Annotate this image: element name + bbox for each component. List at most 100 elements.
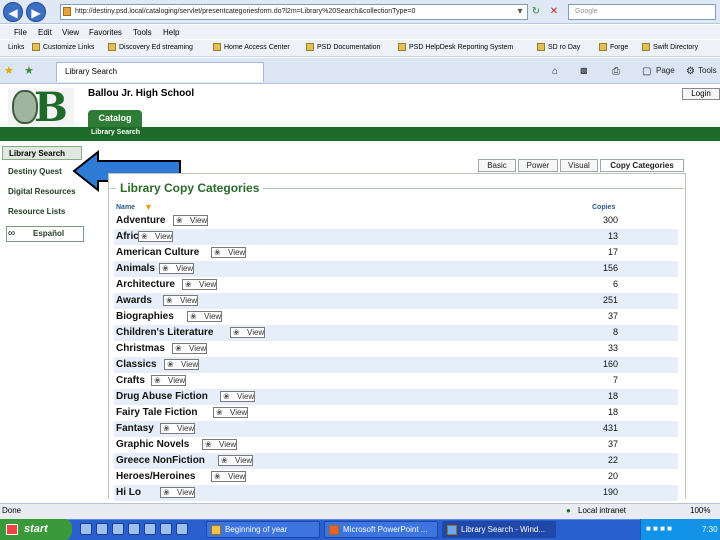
print-icon[interactable]: ⎙ [612,66,620,77]
category-name[interactable]: Adventure [116,215,165,226]
login-button[interactable]: Login [682,88,720,100]
sidebar-item-digital-resources[interactable]: Digital Resources [2,185,82,199]
category-name[interactable]: Fairy Tale Fiction [116,407,198,418]
menu-view[interactable]: View [62,28,79,37]
link-forge[interactable]: Forge [610,44,628,51]
view-button[interactable]: ❀ View [173,215,209,226]
menu-tools[interactable]: Tools [133,28,152,37]
quicklaunch-app-icon[interactable] [160,523,172,535]
sub-nav-library-search[interactable]: Library Search [91,129,140,136]
quicklaunch-app-icon[interactable] [144,523,156,535]
category-name[interactable]: Architecture [116,279,175,290]
link-swift[interactable]: Swift Directory [653,44,698,51]
tab-library-search[interactable]: Library Search [56,62,264,82]
view-button[interactable]: ❀ View [160,487,196,498]
tools-menu-icon[interactable]: ⚙ [686,66,695,77]
url-input[interactable]: http://destiny.psd.local/cataloging/serv… [60,4,528,20]
view-button[interactable]: ❀ View [213,407,249,418]
copy-count: 8 [612,327,618,337]
menu-help[interactable]: Help [163,28,179,37]
feeds-icon[interactable]: ▩ [580,66,588,75]
category-name[interactable]: Animals [116,263,155,274]
category-name[interactable]: Classics [116,359,157,370]
column-header-copies[interactable]: Copies [592,204,615,211]
quicklaunch-outlook-icon[interactable] [96,523,108,535]
category-name[interactable]: Hi Lo [116,487,141,498]
menu-favorites[interactable]: Favorites [89,28,122,37]
task-beginning-of-year[interactable]: Beginning of year [206,521,320,538]
view-button[interactable]: ❀ View [182,279,218,290]
link-discovery[interactable]: Discovery Ed streaming [119,44,193,51]
category-name[interactable]: Awards [116,295,152,306]
table-row: Fantasy ❀ View 431 [114,421,678,437]
glasses-icon: ∞ [8,228,16,239]
view-button[interactable]: ❀ View [163,295,199,306]
sidebar-item-destiny-quest[interactable]: Destiny Quest [2,165,82,179]
category-name[interactable]: Greece NonFiction [116,455,205,466]
view-button[interactable]: ❀ View [220,391,256,402]
category-name[interactable]: Drug Abuse Fiction [116,391,208,402]
tray-icons[interactable]: ■ ■ ■ ■ [646,524,672,533]
link-psd-doc[interactable]: PSD Documentation [317,44,380,51]
category-name[interactable]: Fantasy [116,423,154,434]
espanol-button[interactable]: Español [6,226,84,242]
category-name[interactable]: Christmas [116,343,165,354]
add-favorite-icon[interactable]: ★ [24,64,34,77]
category-name[interactable]: Crafts [116,375,145,386]
link-customize[interactable]: Customize Links [43,44,94,51]
refresh-icon[interactable]: ↻ [530,6,542,18]
link-home-access[interactable]: Home Access Center [224,44,290,51]
quicklaunch-desktop-icon[interactable] [128,523,140,535]
page-menu-icon[interactable]: ▢ [642,66,651,77]
quicklaunch-word-icon[interactable] [112,523,124,535]
tab-copy-categories[interactable]: Copy Categories [600,159,684,172]
view-button[interactable]: ❀ View [230,327,266,338]
tab-basic[interactable]: Basic [478,159,516,172]
tab-visual[interactable]: Visual [560,159,598,172]
page-menu[interactable]: Page [656,66,675,75]
sidebar-item-library-search[interactable]: Library Search [2,146,82,160]
favorites-star-icon[interactable]: ★ [4,64,14,77]
category-name[interactable]: Biographies [116,311,174,322]
task-label: Library Search - Wind... [461,525,546,534]
sidebar-item-resource-lists[interactable]: Resource Lists [2,205,82,219]
column-header-name[interactable]: Name [116,204,135,211]
stop-icon[interactable]: ✕ [548,6,560,18]
view-button[interactable]: ❀ View [187,311,223,322]
view-button[interactable]: ❀ View [159,263,195,274]
dropdown-icon[interactable]: ▾ [514,6,526,18]
school-logo: B [8,84,74,131]
view-button[interactable]: ❀ View [138,231,174,242]
task-powerpoint[interactable]: Microsoft PowerPoint ... [324,521,438,538]
copy-count: 156 [602,263,618,273]
menu-file[interactable]: File [14,28,27,37]
search-input[interactable]: Google [568,4,716,20]
view-button[interactable]: ❀ View [160,423,196,434]
tab-power[interactable]: Power [518,159,558,172]
quicklaunch-ie-icon[interactable] [80,523,92,535]
view-button[interactable]: ❀ View [211,247,247,258]
quicklaunch-app-icon[interactable] [176,523,188,535]
catalog-tab[interactable]: Catalog [88,110,142,127]
view-button[interactable]: ❀ View [211,471,247,482]
category-name[interactable]: Graphic Novels [116,439,189,450]
copy-count: 37 [607,439,618,449]
forward-icon[interactable]: ▶ [26,2,46,22]
home-icon[interactable]: ⌂ [552,66,558,77]
link-sd-pro[interactable]: SD ro Day [548,44,580,51]
view-button[interactable]: ❀ View [151,375,187,386]
view-button[interactable]: ❀ View [202,439,238,450]
back-icon[interactable]: ◀ [3,2,23,22]
menu-edit[interactable]: Edit [38,28,52,37]
view-button[interactable]: ❀ View [218,455,254,466]
view-button[interactable]: ❀ View [164,359,200,370]
link-helpdesk[interactable]: PSD HelpDesk Reporting System [409,44,513,51]
zoom-level[interactable]: 100% [690,506,710,515]
tools-menu[interactable]: Tools [698,66,717,75]
category-name[interactable]: Heroes/Heroines [116,471,195,482]
view-button[interactable]: ❀ View [172,343,208,354]
category-name[interactable]: Children's Literature [116,327,213,338]
table-row: Architecture ❀ View 6 [114,277,678,293]
task-library-search[interactable]: Library Search - Wind... [442,521,556,538]
category-name[interactable]: American Culture [116,247,199,258]
